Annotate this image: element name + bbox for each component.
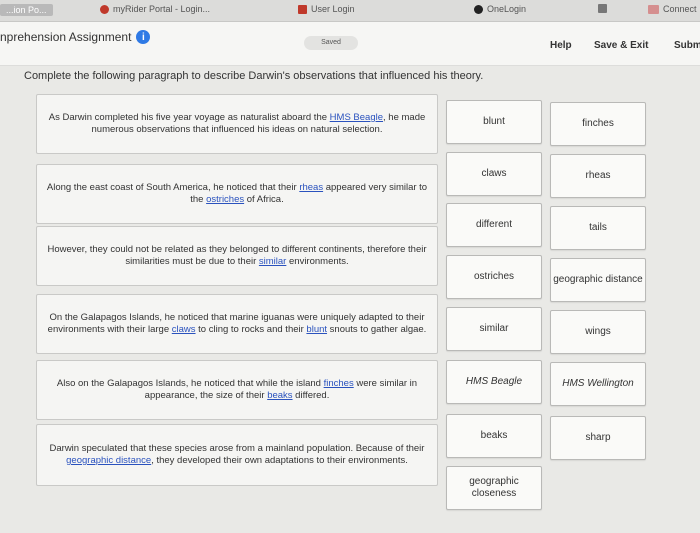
bookmark-user-login[interactable]: User Login	[298, 4, 355, 14]
word-tile-beaks[interactable]: beaks	[446, 414, 542, 458]
bookmark-label: myRider Portal - Login...	[113, 4, 211, 14]
bookmark-onelogin[interactable]: OneLogin	[474, 4, 526, 14]
paragraph-text: As Darwin completed his five year voyage…	[45, 112, 429, 136]
rider-logo-icon	[100, 4, 109, 14]
paragraph-text: Along the east coast of South America, h…	[45, 182, 429, 206]
word-tile-wings[interactable]: wings	[550, 310, 646, 354]
paragraph-box-2[interactable]: Along the east coast of South America, h…	[36, 164, 438, 224]
filled-blank[interactable]: blunt	[306, 324, 327, 335]
paragraph-text: Darwin speculated that these species aro…	[45, 443, 429, 467]
assignment-header: nprehension Assignment i Saved Help Save…	[0, 22, 700, 66]
submit-button[interactable]: Subm	[674, 40, 700, 51]
paragraph-box-3[interactable]: However, they could not be related as th…	[36, 226, 438, 286]
word-tile-claws[interactable]: claws	[446, 152, 542, 196]
filled-blank[interactable]: ostriches	[206, 194, 244, 205]
word-tile-geographic-distance[interactable]: geographic distance	[550, 258, 646, 302]
info-icon[interactable]: i	[136, 30, 151, 44]
text-segment: Along the east coast of South America, h…	[46, 182, 300, 193]
text-segment: snouts to gather algae.	[327, 324, 427, 335]
filled-blank[interactable]: beaks	[267, 390, 292, 401]
bookmark-label: Connect	[663, 4, 697, 14]
word-tile-finches[interactable]: finches	[550, 102, 646, 146]
paragraph-box-5[interactable]: Also on the Galapagos Islands, he notice…	[36, 360, 438, 420]
word-tile-hms-beagle[interactable]: HMS Beagle	[446, 360, 542, 404]
filled-blank[interactable]: HMS Beagle	[330, 112, 383, 123]
user-login-icon	[298, 4, 307, 14]
word-tile-ostriches[interactable]: ostriches	[446, 255, 542, 299]
bookmark-connect[interactable]: Connect	[648, 4, 697, 14]
paragraph-box-6[interactable]: Darwin speculated that these species aro…	[36, 424, 438, 486]
word-tile-geographic-closeness[interactable]: geographic closeness	[446, 466, 542, 510]
filled-blank[interactable]: finches	[324, 378, 354, 389]
word-tile-rheas[interactable]: rheas	[550, 154, 646, 198]
paragraph-text: Also on the Galapagos Islands, he notice…	[45, 378, 429, 402]
bookmark-1[interactable]: ...ion Po...	[0, 4, 53, 16]
paragraph-box-4[interactable]: On the Galapagos Islands, he noticed tha…	[36, 294, 438, 354]
paragraph-text: However, they could not be related as th…	[45, 244, 429, 268]
save-exit-button[interactable]: Save & Exit	[594, 40, 648, 51]
text-segment: environments.	[286, 256, 349, 267]
instructions: Complete the following paragraph to desc…	[24, 70, 484, 82]
text-segment: Also on the Galapagos Islands, he notice…	[56, 378, 324, 389]
connect-icon	[648, 4, 659, 14]
paragraph-text: On the Galapagos Islands, he noticed tha…	[45, 312, 429, 336]
text-segment: , they developed their own adaptations t…	[151, 455, 408, 466]
word-tile-different[interactable]: different	[446, 203, 542, 247]
word-tile-similar[interactable]: similar	[446, 307, 542, 351]
bookmarks-bar: ...ion Po... myRider Portal - Login... U…	[0, 0, 700, 22]
text-segment: of Africa.	[244, 194, 284, 205]
filled-blank[interactable]: claws	[172, 324, 196, 335]
text-segment: However, they could not be related as th…	[47, 244, 427, 267]
bookmark-label: User Login	[311, 4, 355, 14]
page-title: nprehension Assignment i	[0, 30, 151, 44]
word-tile-tails[interactable]: tails	[550, 206, 646, 250]
bookmark-1-label: ...ion Po...	[0, 4, 53, 16]
onelogin-icon	[474, 4, 483, 14]
filled-blank[interactable]: geographic distance	[66, 455, 151, 466]
word-tile-hms-wellington[interactable]: HMS Wellington	[550, 362, 646, 406]
bookmark-label: OneLogin	[487, 4, 527, 14]
text-segment: As Darwin completed his five year voyage…	[48, 112, 330, 123]
bookmark-5[interactable]	[598, 4, 607, 13]
word-tile-blunt[interactable]: blunt	[446, 100, 542, 144]
saved-status-badge: Saved	[304, 36, 358, 50]
word-tile-sharp[interactable]: sharp	[550, 416, 646, 460]
filled-blank[interactable]: rheas	[299, 182, 323, 193]
bookmark-icon	[598, 4, 607, 13]
filled-blank[interactable]: similar	[259, 256, 286, 267]
paragraph-box-1[interactable]: As Darwin completed his five year voyage…	[36, 94, 438, 154]
help-button[interactable]: Help	[550, 40, 572, 51]
bookmark-myrider[interactable]: myRider Portal - Login...	[100, 4, 210, 14]
text-segment: to cling to rocks and their	[195, 324, 307, 335]
page-title-text: nprehension Assignment	[0, 30, 132, 44]
text-segment: differed.	[292, 390, 330, 401]
text-segment: Darwin speculated that these species aro…	[49, 443, 425, 454]
